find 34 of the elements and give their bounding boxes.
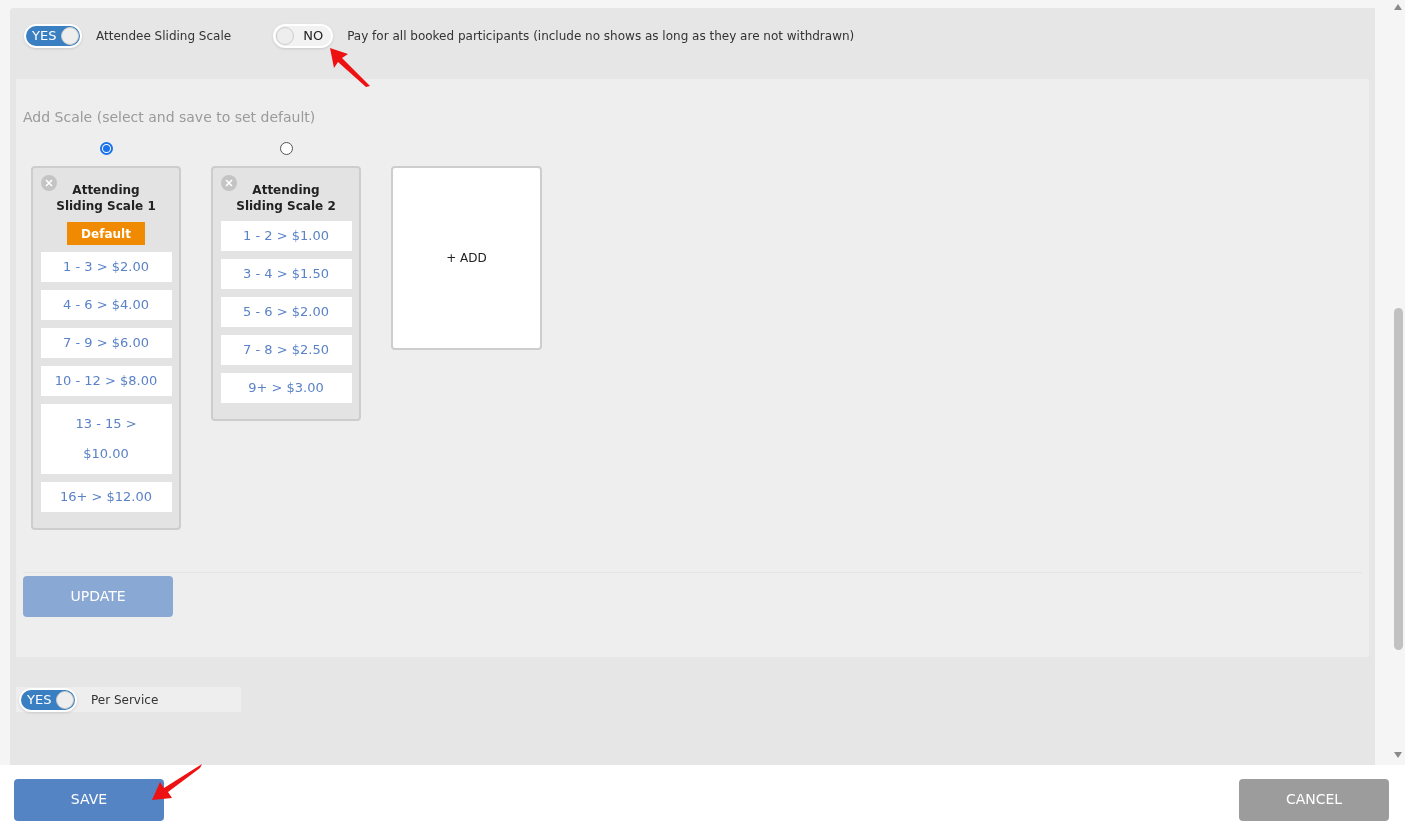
tier-item[interactable]: 7 - 8 > $2.50 [220, 335, 352, 365]
tier-item[interactable]: 1 - 3 > $2.00 [40, 252, 172, 282]
toggle-switch[interactable]: YES [19, 687, 77, 712]
tier-item[interactable]: 1 - 2 > $1.00 [220, 221, 352, 251]
tier-item[interactable]: 3 - 4 > $1.50 [220, 259, 352, 289]
scrollbar-thumb[interactable] [1394, 308, 1403, 650]
add-scale-button[interactable]: + ADD [391, 166, 542, 350]
close-icon[interactable] [221, 175, 237, 191]
section-heading: Add Scale (select and save to set default) [23, 108, 317, 127]
scroll-up-icon[interactable] [1394, 4, 1402, 10]
tier-item[interactable]: 9+ > $3.00 [220, 373, 352, 403]
default-badge: Default [67, 222, 145, 245]
toggle-label: Attendee Sliding Scale [96, 28, 232, 45]
toggle-switch[interactable]: NO [273, 24, 334, 48]
scale-title: Attending Sliding Scale 2 [236, 182, 336, 214]
tier-item[interactable]: 5 - 6 > $2.00 [220, 297, 352, 327]
tier-item[interactable]: 13 - 15 > $10.00 [40, 404, 172, 474]
tier-item[interactable]: 16+ > $12.00 [40, 482, 172, 512]
tier-item[interactable]: 10 - 12 > $8.00 [40, 366, 172, 396]
save-button[interactable]: SAVE [14, 778, 164, 821]
scroll-down-icon[interactable] [1394, 752, 1402, 758]
close-icon[interactable] [41, 175, 57, 191]
radio-button[interactable] [279, 142, 293, 155]
tier-item[interactable]: 7 - 9 > $6.00 [40, 328, 172, 358]
radio-button[interactable] [99, 142, 113, 155]
toggle-label: Per Service [91, 691, 159, 709]
toggle-label: Pay for all booked participants (include no shows as long as they are not withdrawn) [347, 28, 855, 45]
tier-item[interactable]: 4 - 6 > $4.00 [40, 290, 172, 320]
toggle-switch[interactable]: YES [24, 24, 82, 48]
annotation-arrow [150, 762, 204, 802]
update-button[interactable]: UPDATE [23, 576, 173, 617]
cancel-button[interactable]: CANCEL [1239, 778, 1389, 821]
annotation-arrow [328, 46, 372, 88]
scale-title: Attending Sliding Scale 1 [56, 182, 156, 214]
